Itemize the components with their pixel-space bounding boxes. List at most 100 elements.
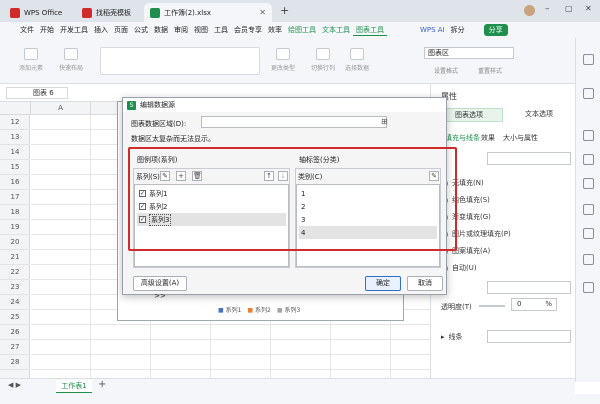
menu-insert[interactable]: 插入 (91, 25, 111, 35)
tab-templates[interactable]: 找稻壳模板 (76, 3, 140, 22)
row-header[interactable]: 19 (0, 220, 30, 235)
series-select[interactable] (487, 152, 571, 165)
menu-chart-tools[interactable]: 图表工具 (353, 25, 387, 36)
row-header[interactable]: 24 (0, 295, 30, 310)
format-icon[interactable] (583, 228, 594, 239)
minimize-icon[interactable]: – (545, 4, 550, 14)
reset-style-button[interactable]: 重置样式 (470, 66, 510, 75)
row-header[interactable]: 27 (0, 340, 30, 355)
ok-button[interactable]: 确定 (365, 276, 401, 291)
add-series-icon[interactable]: + (176, 171, 186, 181)
checkbox-icon[interactable]: ✓ (139, 190, 146, 197)
set-format-button[interactable]: 设置格式 (426, 66, 466, 75)
select-icon[interactable] (583, 88, 594, 99)
fill-option-gradient[interactable]: 渐变填充(G) (441, 212, 491, 222)
chart-style-gallery[interactable] (100, 47, 260, 75)
subtab-effect[interactable]: 效果 (481, 133, 495, 143)
list-item[interactable]: 2 (299, 200, 437, 213)
edit-category-icon[interactable]: ✎ (429, 171, 439, 181)
range-picker-icon[interactable]: ⊞ (381, 117, 388, 126)
range-input[interactable] (201, 116, 387, 128)
add-sheet-button[interactable]: + (98, 379, 106, 390)
row-header[interactable]: 16 (0, 175, 30, 190)
checkbox-icon[interactable]: ✓ (139, 216, 146, 223)
maximize-icon[interactable]: ▢ (565, 4, 573, 13)
change-type-button[interactable]: 更改类型 (268, 48, 298, 72)
transparency-input[interactable]: 0% (511, 298, 557, 311)
transparency-slider[interactable] (479, 305, 505, 307)
new-tab-button[interactable]: + (280, 4, 289, 17)
menu-page[interactable]: 页面 (111, 25, 131, 35)
menu-home[interactable]: 开始 (37, 25, 57, 35)
menu-member[interactable]: 会员专享 (231, 25, 265, 35)
move-down-icon[interactable]: ↓ (278, 171, 288, 181)
select-data-button[interactable]: 选择数据 (342, 48, 372, 72)
avatar[interactable] (524, 5, 535, 16)
checkbox-icon[interactable]: ✓ (139, 203, 146, 210)
menu-tools[interactable]: 工具 (211, 25, 231, 35)
subtab-fill-line[interactable]: 填充与线条 (445, 133, 480, 143)
subtab-size-props[interactable]: 大小与属性 (503, 133, 538, 143)
chart-element-select[interactable]: 图表区 (424, 47, 514, 59)
corner-cell[interactable] (0, 102, 31, 115)
list-item[interactable]: 3 (299, 213, 437, 226)
shape-icon[interactable] (583, 178, 594, 189)
move-up-icon[interactable]: ↑ (264, 171, 274, 181)
tab-workbook[interactable]: 工作簿(2).xlsx ✕ (144, 3, 272, 22)
row-header[interactable]: 18 (0, 205, 30, 220)
fill-option-solid[interactable]: 纯色填充(S) (441, 195, 490, 205)
quick-layout-button[interactable]: 快速布局 (54, 48, 88, 72)
row-header[interactable]: 28 (0, 355, 30, 370)
chart-icon[interactable] (583, 204, 594, 215)
sheet-tab[interactable]: 工作表1 (56, 380, 92, 393)
close-tab-icon[interactable]: ✕ (259, 8, 266, 17)
settings-icon[interactable] (583, 282, 594, 293)
share-button[interactable]: 分享 (483, 24, 508, 36)
list-item[interactable]: 4 (299, 226, 437, 239)
split-button[interactable]: 拆分 (448, 25, 468, 35)
color-select[interactable] (487, 281, 571, 294)
advanced-settings-button[interactable]: 高级设置(A) >> (133, 276, 187, 300)
row-header[interactable]: 17 (0, 190, 30, 205)
close-window-icon[interactable]: ✕ (585, 4, 592, 13)
row-header[interactable]: 26 (0, 325, 30, 340)
list-item[interactable]: ✓ 系列2 (137, 200, 286, 213)
menu-review[interactable]: 审阅 (171, 25, 191, 35)
menu-drawing-tools[interactable]: 绘图工具 (285, 25, 319, 35)
menu-file[interactable]: 文件 (0, 25, 37, 35)
line-section-header[interactable]: ▸ 线条 (441, 332, 463, 342)
switch-rowcol-button[interactable]: 切换行列 (308, 48, 338, 72)
sheet-nav-icon[interactable]: ◀ ▶ (8, 381, 21, 389)
row-header[interactable]: 12 (0, 115, 30, 130)
fill-option-none[interactable]: 无填充(N) (441, 178, 484, 188)
row-header[interactable]: 21 (0, 250, 30, 265)
tab-text-options[interactable]: 文本选项 (505, 108, 573, 122)
row-header[interactable]: 15 (0, 160, 30, 175)
row-header[interactable]: 13 (0, 130, 30, 145)
tab-wps-office[interactable]: WPS Office (4, 3, 72, 22)
list-item[interactable]: ✓ 系列3 (137, 213, 286, 226)
row-header[interactable]: 25 (0, 310, 30, 325)
menu-formula[interactable]: 公式 (131, 25, 151, 35)
column-header-a[interactable]: A (31, 102, 91, 115)
list-item[interactable]: ✓ 系列1 (137, 187, 286, 200)
fill-option-pattern[interactable]: 图案填充(A) (441, 246, 490, 256)
delete-series-icon[interactable]: 🗑 (192, 171, 202, 181)
edit-series-icon[interactable]: ✎ (160, 171, 170, 181)
wps-ai-button[interactable]: WPS AI (417, 26, 448, 34)
row-header[interactable]: 20 (0, 235, 30, 250)
list-item[interactable]: 1 (299, 187, 437, 200)
style-icon[interactable] (583, 154, 594, 165)
properties-icon[interactable] (583, 54, 594, 65)
data-icon[interactable] (583, 254, 594, 265)
menu-efficiency[interactable]: 效率 (265, 25, 285, 35)
cancel-button[interactable]: 取消 (407, 276, 443, 291)
menu-view[interactable]: 视图 (191, 25, 211, 35)
menu-data[interactable]: 数据 (151, 25, 171, 35)
add-element-button[interactable]: 添加元素 (14, 48, 48, 72)
line-select[interactable] (487, 330, 571, 343)
fill-option-picture[interactable]: 图片或纹理填充(P) (441, 229, 511, 239)
adjust-icon[interactable] (583, 130, 594, 141)
row-header[interactable]: 22 (0, 265, 30, 280)
menu-developer[interactable]: 开发工具 (57, 25, 91, 35)
